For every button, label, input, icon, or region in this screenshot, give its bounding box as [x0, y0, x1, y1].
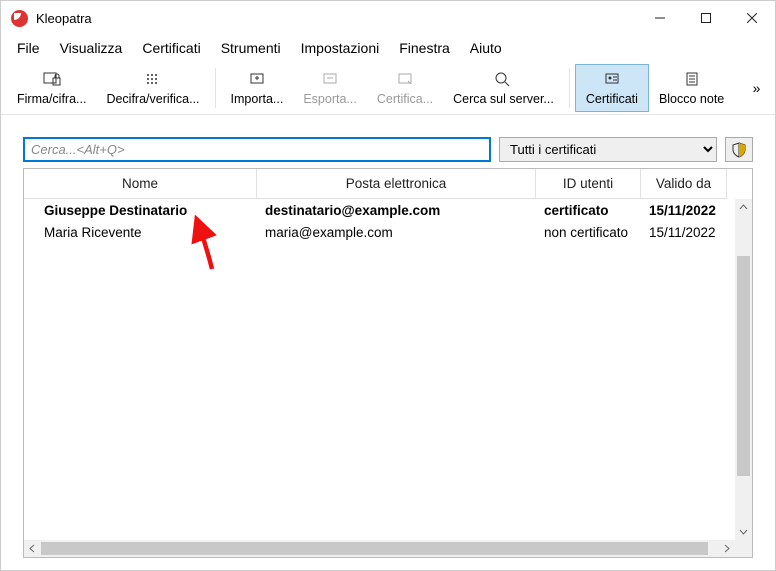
toolbar-import-button[interactable]: Importa... [221, 64, 294, 112]
certificates-icon [603, 69, 621, 89]
scroll-down-button[interactable] [735, 523, 752, 540]
menu-certificates[interactable]: Certificati [132, 37, 210, 59]
cell-valid: 15/11/2022 [641, 225, 727, 240]
notepad-icon [683, 69, 701, 89]
vertical-scrollbar[interactable] [735, 199, 752, 540]
menu-file[interactable]: File [7, 37, 50, 59]
scroll-thumb[interactable] [41, 542, 708, 555]
filter-shield-button[interactable] [725, 137, 753, 162]
toolbar-certificates-label: Certificati [586, 92, 638, 106]
cell-name: Maria Ricevente [24, 225, 257, 240]
menu-tools[interactable]: Strumenti [211, 37, 291, 59]
toolbar-sign-encrypt-label: Firma/cifra... [17, 92, 86, 106]
cell-uid: non certificato [536, 225, 641, 240]
toolbar-sign-encrypt-button[interactable]: Firma/cifra... [7, 64, 96, 112]
window-close-button[interactable] [729, 3, 775, 33]
menubar: File Visualizza Certificati Strumenti Im… [1, 35, 775, 61]
toolbar-export-button: Esporta... [293, 64, 367, 112]
scroll-left-button[interactable] [24, 540, 41, 557]
toolbar-notepad-label: Blocco note [659, 92, 724, 106]
search-icon [494, 69, 512, 89]
menu-window[interactable]: Finestra [389, 37, 460, 59]
scroll-thumb[interactable] [737, 256, 750, 476]
cell-name: Giuseppe Destinatario [24, 203, 257, 218]
toolbar-certify-label: Certifica... [377, 92, 433, 106]
column-header-email[interactable]: Posta elettronica [257, 169, 536, 199]
window-minimize-button[interactable] [637, 3, 683, 33]
menu-view[interactable]: Visualizza [50, 37, 133, 59]
table-row[interactable]: Giuseppe Destinatario destinatario@examp… [24, 199, 752, 221]
scroll-track[interactable] [735, 216, 752, 523]
toolbar-export-label: Esporta... [303, 92, 357, 106]
toolbar-decrypt-verify-button[interactable]: Decifra/verifica... [96, 64, 209, 112]
filter-combobox[interactable]: Tutti i certificati [499, 137, 717, 162]
toolbar: Firma/cifra... Decifra/verifica... Impor… [1, 61, 775, 115]
toolbar-certify-button: Certifica... [367, 64, 443, 112]
scroll-corner [735, 540, 752, 557]
toolbar-decrypt-verify-label: Decifra/verifica... [106, 92, 199, 106]
cell-uid: certificato [536, 203, 641, 218]
scroll-track[interactable] [41, 540, 718, 557]
app-icon [11, 10, 28, 27]
column-header-name[interactable]: Nome [24, 169, 257, 199]
toolbar-notepad-button[interactable]: Blocco note [649, 64, 734, 112]
horizontal-scrollbar[interactable] [24, 540, 752, 557]
export-icon [321, 69, 339, 89]
window-maximize-button[interactable] [683, 3, 729, 33]
menu-settings[interactable]: Impostazioni [291, 37, 390, 59]
scroll-up-button[interactable] [735, 199, 752, 216]
certify-icon [396, 69, 414, 89]
window-title: Kleopatra [36, 11, 637, 26]
menu-help[interactable]: Aiuto [460, 37, 512, 59]
cell-valid: 15/11/2022 [641, 203, 727, 218]
certificate-table: Nome Posta elettronica ID utenti Valido … [23, 168, 753, 558]
table-row[interactable]: Maria Ricevente maria@example.com non ce… [24, 221, 752, 243]
toolbar-separator [569, 68, 570, 108]
shield-icon [731, 142, 747, 158]
search-input[interactable] [23, 137, 491, 162]
scroll-right-button[interactable] [718, 540, 735, 557]
cell-email: destinatario@example.com [257, 203, 536, 218]
column-header-valid[interactable]: Valido da [641, 169, 727, 199]
decrypt-verify-icon [144, 69, 162, 89]
toolbar-import-label: Importa... [231, 92, 284, 106]
toolbar-lookup-server-button[interactable]: Cerca sul server... [443, 64, 564, 112]
column-header-uid[interactable]: ID utenti [536, 169, 641, 199]
import-icon [248, 69, 266, 89]
toolbar-overflow-button[interactable]: » [745, 80, 769, 96]
toolbar-certificates-button[interactable]: Certificati [575, 64, 649, 112]
cell-email: maria@example.com [257, 225, 536, 240]
sign-encrypt-icon [43, 69, 61, 89]
toolbar-lookup-server-label: Cerca sul server... [453, 92, 554, 106]
toolbar-separator [215, 68, 216, 108]
